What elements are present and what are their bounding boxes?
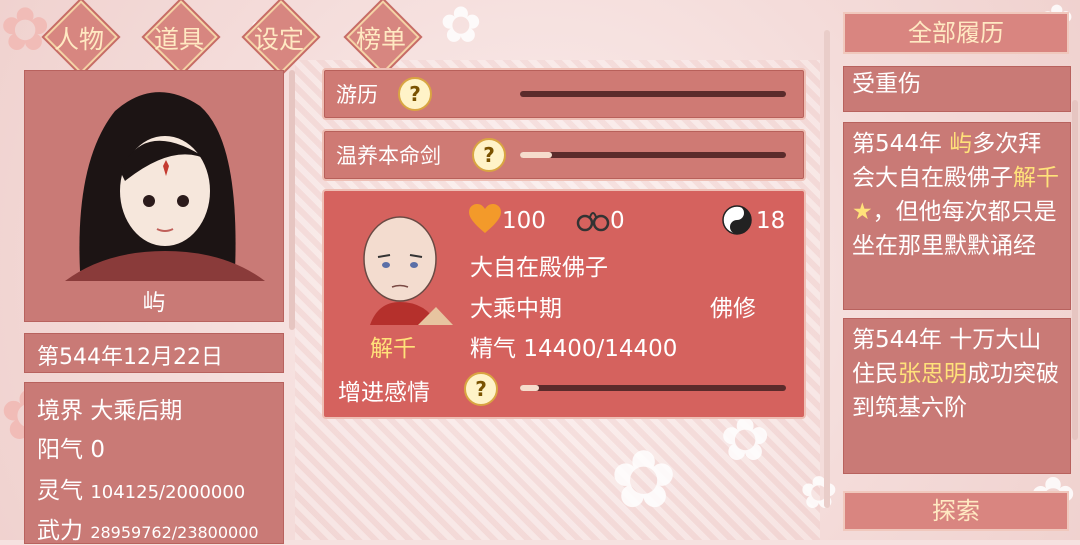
stat-realm: 境界 大乘后期 xyxy=(37,391,182,425)
stat-spirit: 灵气 104125/2000000 xyxy=(37,471,245,505)
npc-sect: 佛修 xyxy=(710,296,756,322)
progress-track xyxy=(520,385,786,391)
action-label: 增进感情 xyxy=(338,380,430,406)
highlighted-name: 屿 xyxy=(949,131,973,157)
npc-title: 大自在殿佛子 xyxy=(470,255,608,281)
history-text: 第544年 十万大山住民张思明成功突破到筑基六阶 xyxy=(852,323,1064,425)
heart-icon xyxy=(469,204,501,233)
stat-value: 104125/2000000 xyxy=(90,482,246,503)
flower-icon: ✿ xyxy=(440,0,482,54)
tab-rankings[interactable]: 榜单 xyxy=(344,0,420,74)
yinyang-icon xyxy=(722,205,752,235)
progress-fill xyxy=(520,152,552,158)
npc-essence: 精气 14400/14400 xyxy=(470,329,677,363)
highlighted-name: 张思明 xyxy=(898,361,967,387)
npc-card[interactable]: 解千 100 0 18 大自在殿佛子 大乘中期 佛修 精气 14400/1440… xyxy=(322,189,806,419)
history-entry: 第544年 屿多次拜会大自在殿佛子解千★，但他每次都只是坐在那里默默诵经 xyxy=(843,122,1071,310)
character-portrait xyxy=(65,92,265,281)
current-date: 第544年12月22日 xyxy=(37,345,223,370)
all-history-button[interactable]: 全部履历 xyxy=(843,12,1069,54)
bond-value: 0 xyxy=(610,208,625,234)
progress-track xyxy=(520,152,786,158)
npc-portrait xyxy=(363,216,453,325)
stats-panel: 境界 大乘后期 阳气 0 灵气 104125/2000000 武力 289597… xyxy=(24,382,284,544)
activity-label: 温养本命剑 xyxy=(336,144,441,168)
affection-value: 100 xyxy=(502,208,546,234)
stat-value: 大乘后期 xyxy=(90,398,183,424)
left-scrollbar[interactable] xyxy=(289,70,295,330)
tab-settings[interactable]: 设定 xyxy=(242,0,318,74)
history-partial-entry: 受重伤 xyxy=(843,66,1071,112)
essence-value: 14400/14400 xyxy=(523,336,678,362)
tab-items[interactable]: 道具 xyxy=(142,0,218,74)
npc-realm: 大乘中期 xyxy=(470,296,562,322)
activity-travel[interactable]: 游历 ? xyxy=(322,68,806,120)
date-panel: 第544年12月22日 xyxy=(24,333,284,373)
stat-label: 阳气 xyxy=(37,437,83,463)
npc-name: 解千 xyxy=(370,336,416,362)
essence-label: 精气 xyxy=(470,336,516,362)
history-segment: ，但他每次都只是坐在那里默默诵经 xyxy=(852,199,1057,259)
history-scrollbar[interactable] xyxy=(1072,100,1078,440)
flower-icon: ✿ xyxy=(800,466,838,519)
tab-character[interactable]: 人物 xyxy=(42,0,118,74)
stat-label: 灵气 xyxy=(37,478,83,504)
handcuffs-icon xyxy=(576,212,610,232)
flower-icon: ✿ xyxy=(720,405,771,475)
stat-yang: 阳气 0 xyxy=(37,430,105,464)
history-segment: 第544年 xyxy=(852,131,950,157)
history-entry: 第544年 十万大山住民张思明成功突破到筑基六阶 xyxy=(843,318,1071,474)
stat-value: 28959762/23800000 xyxy=(90,523,259,542)
history-rail xyxy=(824,30,830,508)
progress-track xyxy=(520,91,786,97)
question-icon[interactable]: ? xyxy=(472,138,506,172)
history-text: 受重伤 xyxy=(852,71,921,97)
question-icon[interactable]: ? xyxy=(398,77,432,111)
activity-label: 游历 xyxy=(336,83,378,107)
explore-button[interactable]: 探索 xyxy=(843,491,1069,531)
history-text: 第544年 屿多次拜会大自在殿佛子解千★，但他每次都只是坐在那里默默诵经 xyxy=(852,127,1064,263)
stat-value: 0 xyxy=(90,437,105,463)
character-name: 屿 xyxy=(142,290,166,316)
flower-icon: ✿ xyxy=(610,433,678,526)
portrait-panel: 屿 xyxy=(24,70,284,322)
activity-sword[interactable]: 温养本命剑 ? xyxy=(322,129,806,181)
yinyang-value: 18 xyxy=(756,208,786,234)
stat-label: 境界 xyxy=(37,398,83,424)
stat-label: 武力 xyxy=(37,518,83,544)
progress-fill xyxy=(520,385,539,391)
question-icon[interactable]: ? xyxy=(464,372,498,406)
